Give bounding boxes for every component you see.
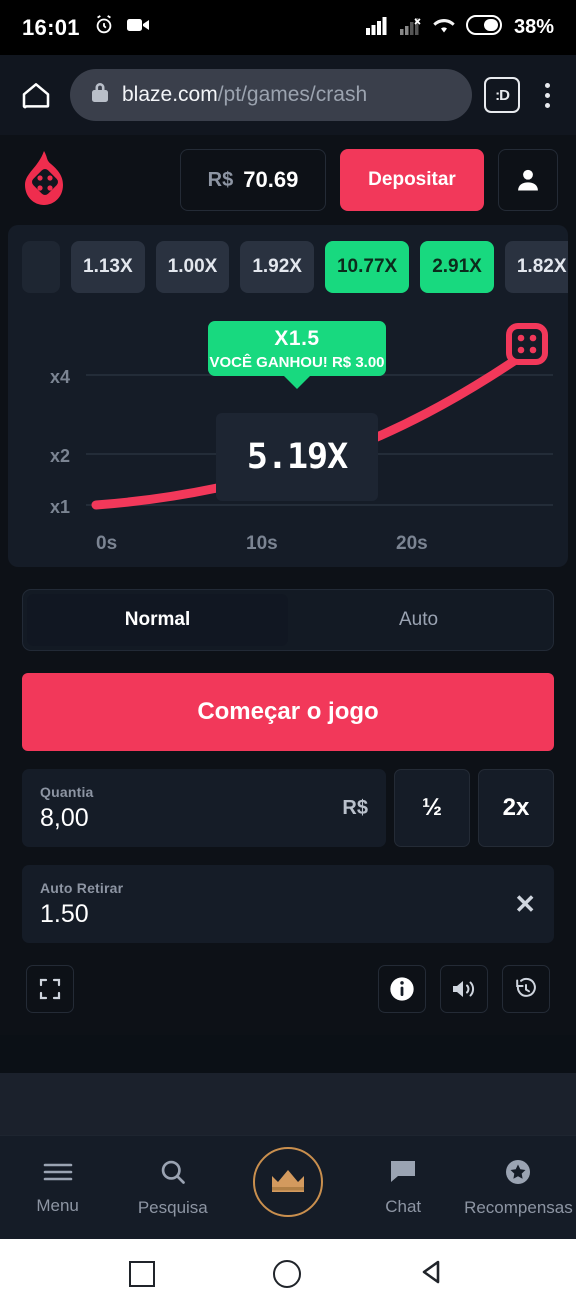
chart-x-tick: 20s xyxy=(396,533,428,554)
nav-item-menu[interactable]: Menu xyxy=(0,1160,115,1216)
battery-percent: 38% xyxy=(513,16,554,38)
crown-icon[interactable] xyxy=(253,1147,323,1217)
current-multiplier: 5.19X xyxy=(246,437,348,477)
signal-bars-weak-icon xyxy=(399,15,422,40)
chart-x-tick: 10s xyxy=(246,533,278,554)
tab-auto[interactable]: Auto xyxy=(288,594,549,646)
square-recents-icon[interactable] xyxy=(129,1261,155,1287)
amount-row: Quantia 8,00 R$ ½ 2x xyxy=(22,769,554,847)
amount-field[interactable]: Quantia 8,00 R$ xyxy=(22,769,386,847)
url-text: blaze.com/pt/games/crash xyxy=(122,83,367,107)
amount-currency: R$ xyxy=(342,796,368,819)
bottom-navigation: Menu Pesquisa Chat Recompensas xyxy=(0,1135,576,1239)
round-history-strip[interactable]: 1.13X 1.00X 1.92X 10.77X 2.91X 1.82X xyxy=(8,241,568,293)
kebab-menu-icon[interactable] xyxy=(532,82,562,108)
tab-normal[interactable]: Normal xyxy=(27,594,288,646)
triangle-back-icon[interactable] xyxy=(419,1258,447,1291)
wifi-icon xyxy=(432,15,456,40)
toolbar-right-group xyxy=(378,965,550,1013)
crash-game-panel: 1.13X 1.00X 1.92X 10.77X 2.91X 1.82X x4 … xyxy=(8,225,568,567)
history-badge[interactable]: 10.77X xyxy=(324,241,410,293)
video-record-icon xyxy=(126,16,150,39)
nav-item-rewards[interactable]: Recompensas xyxy=(461,1158,576,1218)
auto-cashout-value: 1.50 xyxy=(40,899,89,928)
volume-icon[interactable] xyxy=(440,965,488,1013)
balance-currency: R$ xyxy=(207,168,234,191)
auto-cashout-label: Auto Retirar xyxy=(40,879,124,896)
deposit-button[interactable]: Depositar xyxy=(340,149,484,211)
chat-bubble-icon xyxy=(389,1159,417,1190)
circle-home-icon[interactable] xyxy=(273,1260,301,1288)
current-multiplier-box: 5.19X xyxy=(216,413,378,501)
amount-label: Quantia xyxy=(40,783,94,800)
url-bar[interactable]: blaze.com/pt/games/crash xyxy=(70,69,472,121)
lock-icon xyxy=(90,81,110,109)
win-badge: X1.5 VOCÊ GANHOU! R$ 3.00 xyxy=(208,321,386,376)
chart-x-tick: 0s xyxy=(96,533,118,554)
status-left-icons xyxy=(93,14,150,41)
url-domain: blaze.com xyxy=(122,83,218,106)
balance-value: 70.69 xyxy=(243,167,299,192)
auto-cashout-row: Auto Retirar 1.50 ✕ xyxy=(22,865,554,943)
auto-cashout-field[interactable]: Auto Retirar 1.50 ✕ xyxy=(22,865,554,943)
history-badge[interactable] xyxy=(22,241,60,293)
history-badge[interactable]: 1.82X xyxy=(504,241,568,293)
blaze-flame-dice-logo[interactable] xyxy=(18,149,70,212)
url-path: /pt/games/crash xyxy=(217,83,368,106)
history-badge[interactable]: 1.92X xyxy=(240,241,314,293)
browser-toolbar: blaze.com/pt/games/crash :D xyxy=(0,55,576,135)
home-icon[interactable] xyxy=(14,79,58,111)
bet-mode-tabs[interactable]: Normal Auto xyxy=(22,589,554,651)
status-right-icons: 38% xyxy=(365,15,554,40)
double-bet-button[interactable]: 2x xyxy=(478,769,554,847)
status-bar: 16:01 38% xyxy=(0,0,576,55)
tab-counter-button[interactable]: :D xyxy=(484,77,520,113)
profile-button[interactable] xyxy=(498,149,558,211)
history-badge[interactable]: 1.13X xyxy=(71,241,145,293)
half-bet-button[interactable]: ½ xyxy=(394,769,470,847)
status-time: 16:01 xyxy=(22,14,80,40)
app-header: R$ 70.69 Depositar xyxy=(0,135,576,225)
nav-label: Chat xyxy=(385,1196,422,1216)
battery-icon xyxy=(465,15,504,40)
panel-divider xyxy=(0,1035,576,1073)
signal-bars-icon xyxy=(365,15,390,40)
alarm-icon xyxy=(93,14,115,41)
history-badge[interactable]: 1.00X xyxy=(155,241,230,293)
chart-y-tick: x1 xyxy=(50,497,71,517)
info-icon[interactable] xyxy=(378,965,426,1013)
history-badge[interactable]: 2.91X xyxy=(420,241,494,293)
dice-marker-icon xyxy=(504,321,550,372)
hamburger-menu-icon xyxy=(42,1160,74,1189)
history-clock-icon[interactable] xyxy=(502,965,550,1013)
search-icon xyxy=(159,1158,187,1191)
win-badge-message: VOCÊ GANHOU! R$ 3.00 xyxy=(209,354,385,371)
nav-label: Pesquisa xyxy=(137,1197,208,1217)
balance-display[interactable]: R$ 70.69 xyxy=(180,149,326,211)
chart-y-tick: x4 xyxy=(50,367,71,387)
star-badge-icon xyxy=(504,1158,532,1191)
nav-item-chat[interactable]: Chat xyxy=(346,1159,461,1217)
nav-item-crown[interactable] xyxy=(230,1147,345,1224)
android-navigation-bar xyxy=(0,1239,576,1309)
win-badge-multiplier: X1.5 xyxy=(274,327,320,350)
nav-item-search[interactable]: Pesquisa xyxy=(115,1158,230,1218)
fullscreen-icon[interactable] xyxy=(26,965,74,1013)
start-game-button[interactable]: Começar o jogo xyxy=(22,673,554,751)
crash-chart: x4 x2 x1 0s 10s 20s X1.5 VOCÊ GANHOU! R$… xyxy=(8,307,568,557)
close-icon[interactable]: ✕ xyxy=(514,889,536,920)
tab-counter-label: :D xyxy=(495,86,510,104)
chart-y-tick: x2 xyxy=(50,446,71,466)
game-toolbar xyxy=(0,943,576,1035)
content-gap xyxy=(0,1073,576,1135)
amount-value: 8,00 xyxy=(40,803,89,832)
nav-label: Recompensas xyxy=(464,1197,573,1217)
nav-label: Menu xyxy=(36,1195,79,1215)
